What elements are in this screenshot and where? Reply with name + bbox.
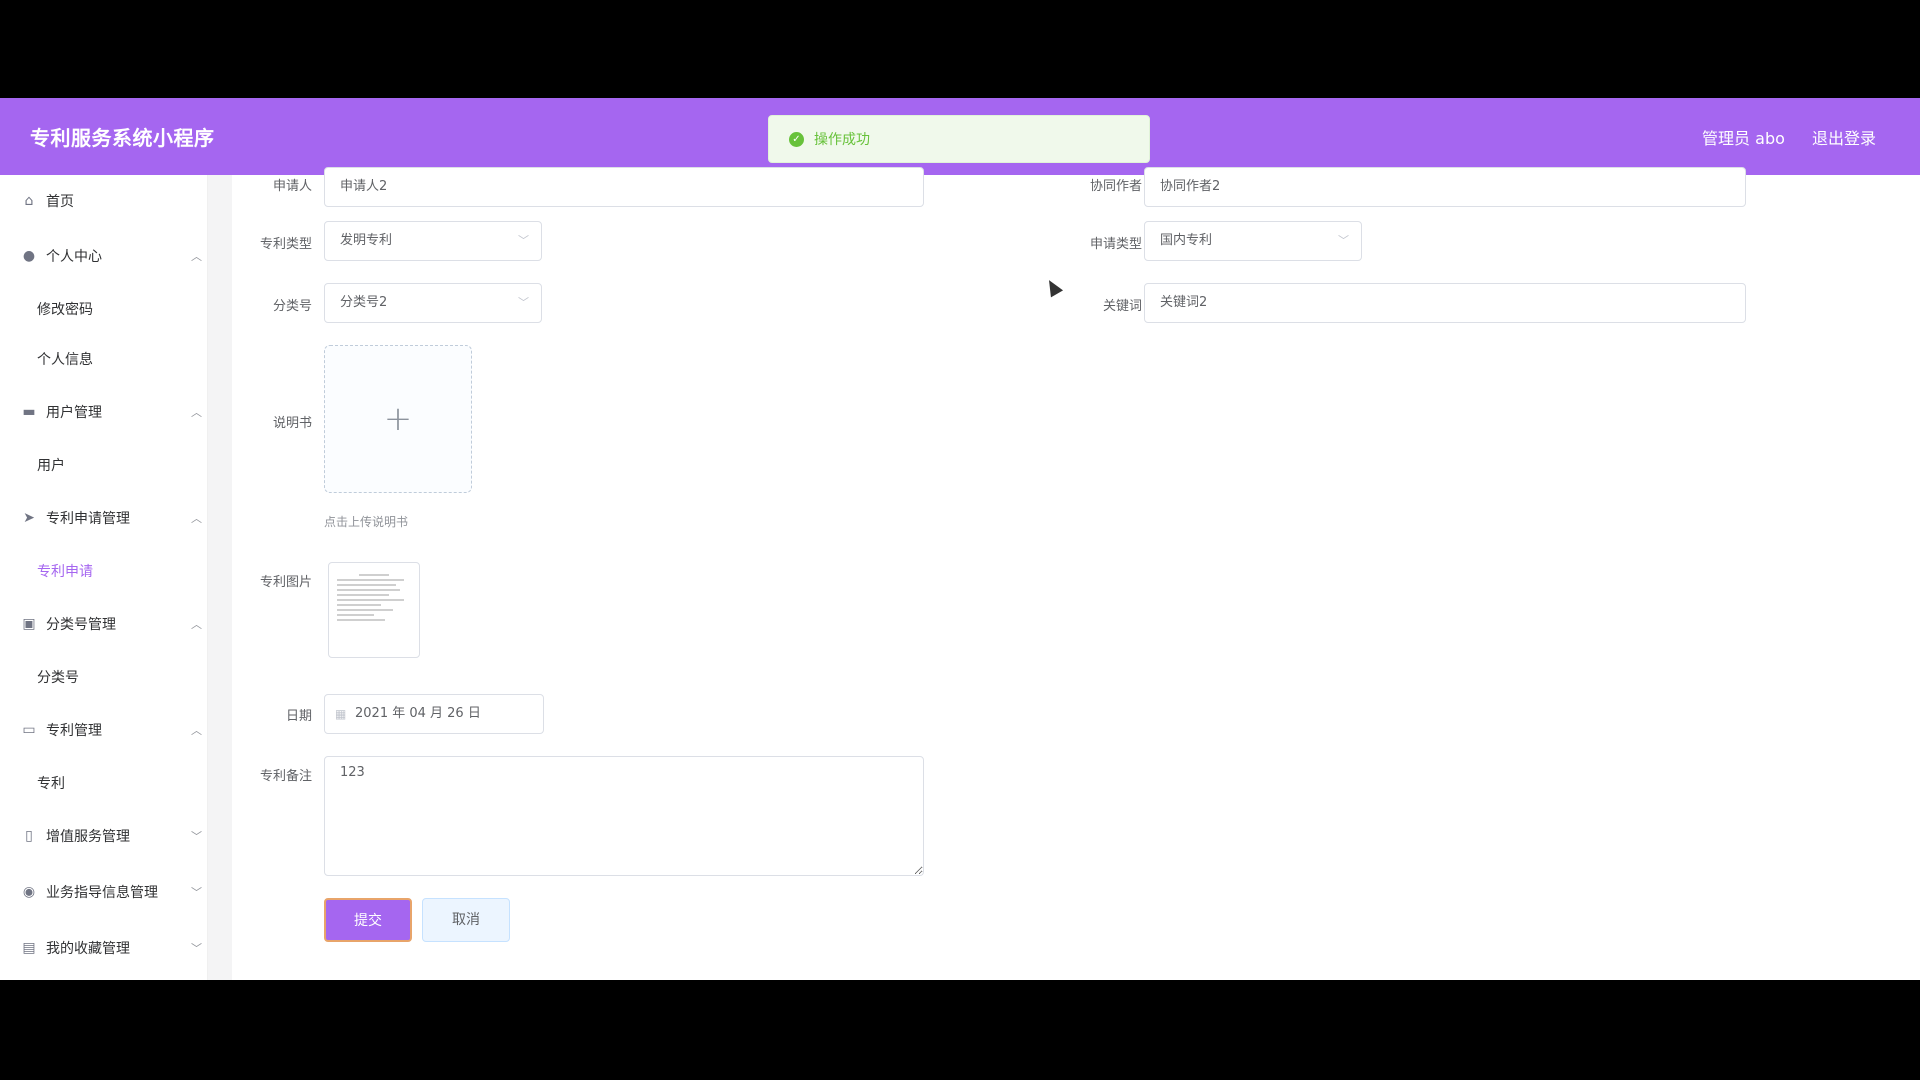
applicant-input[interactable]: 申请人2 (324, 167, 924, 207)
home-icon: ⌂ (24, 193, 34, 209)
sidebar-group-value-added[interactable]: ▯ 增值服务管理 ﹀ (0, 816, 208, 856)
sidebar-item-classification[interactable]: 分类号 (0, 657, 208, 697)
sidebar-group-patents[interactable]: ▭ 专利管理 ︿ (0, 710, 208, 750)
top-header: 专利服务系统小程序 ✓ 操作成功 管理员 abo 退出登录 (0, 98, 1920, 175)
submit-button[interactable]: 提交 (324, 898, 412, 942)
patent-image-label: 专利图片 (259, 575, 312, 590)
chevron-up-icon: ︿ (191, 512, 202, 525)
coauthor-label: 协同作者 (1089, 179, 1142, 194)
sidebar-group-business-guidance[interactable]: ◉ 业务指导信息管理 ﹀ (0, 872, 208, 912)
chevron-down-icon: ﹀ (191, 886, 202, 899)
success-check-icon: ✓ (789, 131, 804, 147)
sidebar-group-patent-application[interactable]: ➤ 专利申请管理 ︿ (0, 498, 208, 538)
keyword-label: 关键词 (1102, 299, 1142, 314)
sidebar-group-classification[interactable]: ▣ 分类号管理 ︿ (0, 604, 208, 644)
sidebar-item-label: 首页 (46, 194, 74, 210)
chevron-up-icon: ︿ (191, 618, 202, 631)
sidebar-group-personal[interactable]: ● 个人中心 ︿ (0, 236, 208, 276)
patent-type-select[interactable]: 发明专利 ﹀ (324, 221, 542, 261)
class-no-label: 分类号 (272, 299, 312, 314)
date-label: 日期 (285, 709, 312, 724)
sidebar-item-label: 增值服务管理 (46, 829, 130, 845)
remark-label: 专利备注 (259, 769, 312, 784)
sidebar-item-change-password[interactable]: 修改密码 (0, 289, 208, 329)
chevron-up-icon: ︿ (191, 724, 202, 737)
class-no-select[interactable]: 分类号2 ﹀ (324, 283, 542, 323)
sidebar-item-patents[interactable]: 专利 (0, 763, 208, 803)
sidebar-item-patent-application[interactable]: 专利申请 (0, 551, 208, 591)
sidebar-item-label: 分类号管理 (46, 617, 116, 633)
sidebar-item-profile[interactable]: 个人信息 (0, 339, 208, 379)
app-window: 专利服务系统小程序 ✓ 操作成功 管理员 abo 退出登录 ⌂ 首页 ● 个人中… (0, 98, 1920, 980)
current-user: 管理员 abo (1702, 129, 1785, 148)
remark-textarea[interactable]: 123 (324, 756, 924, 876)
applicant-label: 申请人 (272, 179, 312, 194)
date-value: 2021 年 04 月 26 日 (355, 706, 481, 721)
keyword-input[interactable]: 关键词2 (1144, 283, 1746, 323)
document-icon: ▤ (22, 940, 36, 956)
sidebar-item-label: 用户管理 (46, 405, 102, 421)
manual-upload[interactable]: + (324, 345, 472, 493)
clipboard-icon: ▣ (22, 616, 36, 632)
paper-plane-icon: ➤ (23, 510, 35, 526)
chevron-up-icon: ︿ (191, 406, 202, 419)
sidebar-divider (208, 175, 232, 980)
briefcase-icon: ▬ (22, 404, 36, 420)
chevron-down-icon: ﹀ (1338, 234, 1349, 247)
class-no-value: 分类号2 (340, 295, 388, 310)
chevron-up-icon: ︿ (191, 250, 202, 263)
cancel-button[interactable]: 取消 (422, 898, 510, 942)
chevron-down-icon: ﹀ (518, 296, 529, 309)
coauthor-input[interactable]: 协同作者2 (1144, 167, 1746, 207)
phone-icon: ▯ (25, 828, 33, 844)
chevron-down-icon: ﹀ (191, 942, 202, 955)
sidebar-item-label: 我的收藏管理 (46, 941, 130, 957)
sidebar-item-label: 业务指导信息管理 (46, 885, 158, 901)
patent-type-value: 发明专利 (340, 233, 393, 248)
apply-type-label: 申请类型 (1089, 237, 1142, 252)
logout-link[interactable]: 退出登录 (1812, 129, 1876, 148)
user-icon: ● (22, 248, 36, 264)
sidebar: ⌂ 首页 ● 个人中心 ︿ 修改密码 个人信息 ▬ 用户管理 ︿ 用户 ➤ 专利… (0, 175, 208, 980)
sidebar-item-label: 个人中心 (46, 249, 102, 265)
sidebar-item-home[interactable]: ⌂ 首页 (0, 181, 208, 221)
success-toast: ✓ 操作成功 (768, 115, 1150, 163)
toast-message: 操作成功 (814, 132, 870, 148)
chevron-down-icon: ﹀ (191, 830, 202, 843)
chevron-down-icon: ﹀ (518, 234, 529, 247)
apply-type-value: 国内专利 (1160, 233, 1213, 248)
user-area: 管理员 abo 退出登录 (1680, 125, 1876, 149)
location-icon: ◉ (22, 884, 36, 900)
sidebar-group-users[interactable]: ▬ 用户管理 ︿ (0, 392, 208, 432)
plus-icon: + (383, 399, 413, 439)
date-picker[interactable]: ▦ 2021 年 04 月 26 日 (324, 694, 544, 734)
apply-type-select[interactable]: 国内专利 ﹀ (1144, 221, 1362, 261)
sidebar-item-users[interactable]: 用户 (0, 445, 208, 485)
calendar-icon: ▦ (335, 707, 347, 721)
patent-form: 申请人 申请人2 协同作者 协同作者2 专利类型 发明专利 ﹀ 申请类型 国内专… (232, 167, 1920, 980)
manual-upload-tip: 点击上传说明书 (324, 515, 409, 529)
sidebar-item-label: 专利申请管理 (46, 511, 130, 527)
sidebar-item-label: 专利管理 (46, 723, 102, 739)
manual-label: 说明书 (272, 416, 312, 431)
card-icon: ▭ (22, 722, 36, 738)
patent-type-label: 专利类型 (259, 237, 312, 252)
app-title: 专利服务系统小程序 (30, 126, 215, 150)
sidebar-group-favorites[interactable]: ▤ 我的收藏管理 ﹀ (0, 928, 208, 968)
patent-image-thumbnail[interactable] (328, 562, 420, 658)
